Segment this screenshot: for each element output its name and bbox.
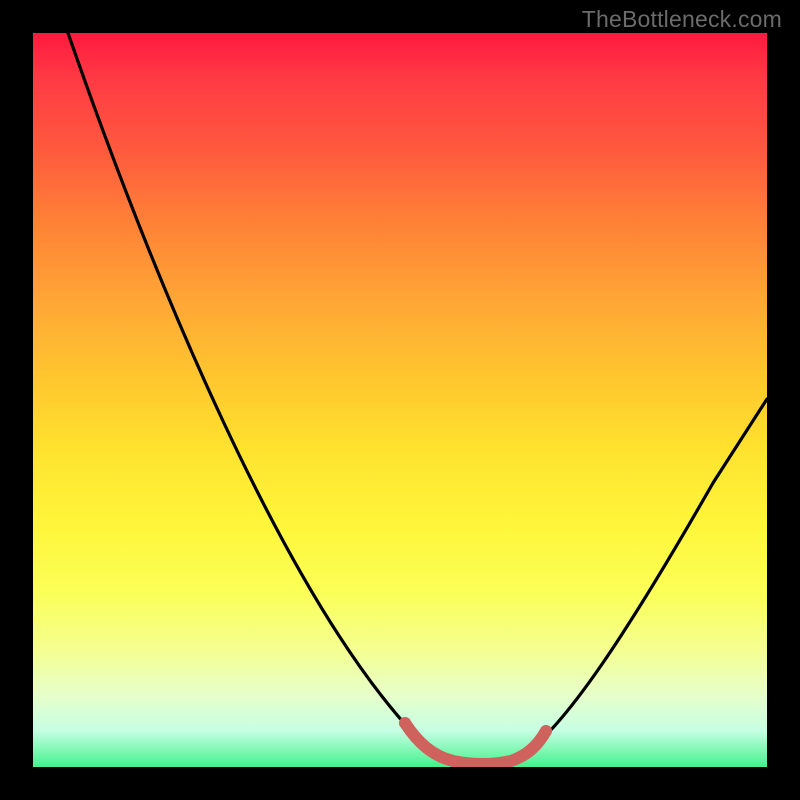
gradient-background xyxy=(33,33,767,767)
watermark-text: TheBottleneck.com xyxy=(582,6,782,33)
chart-frame: TheBottleneck.com xyxy=(0,0,800,800)
